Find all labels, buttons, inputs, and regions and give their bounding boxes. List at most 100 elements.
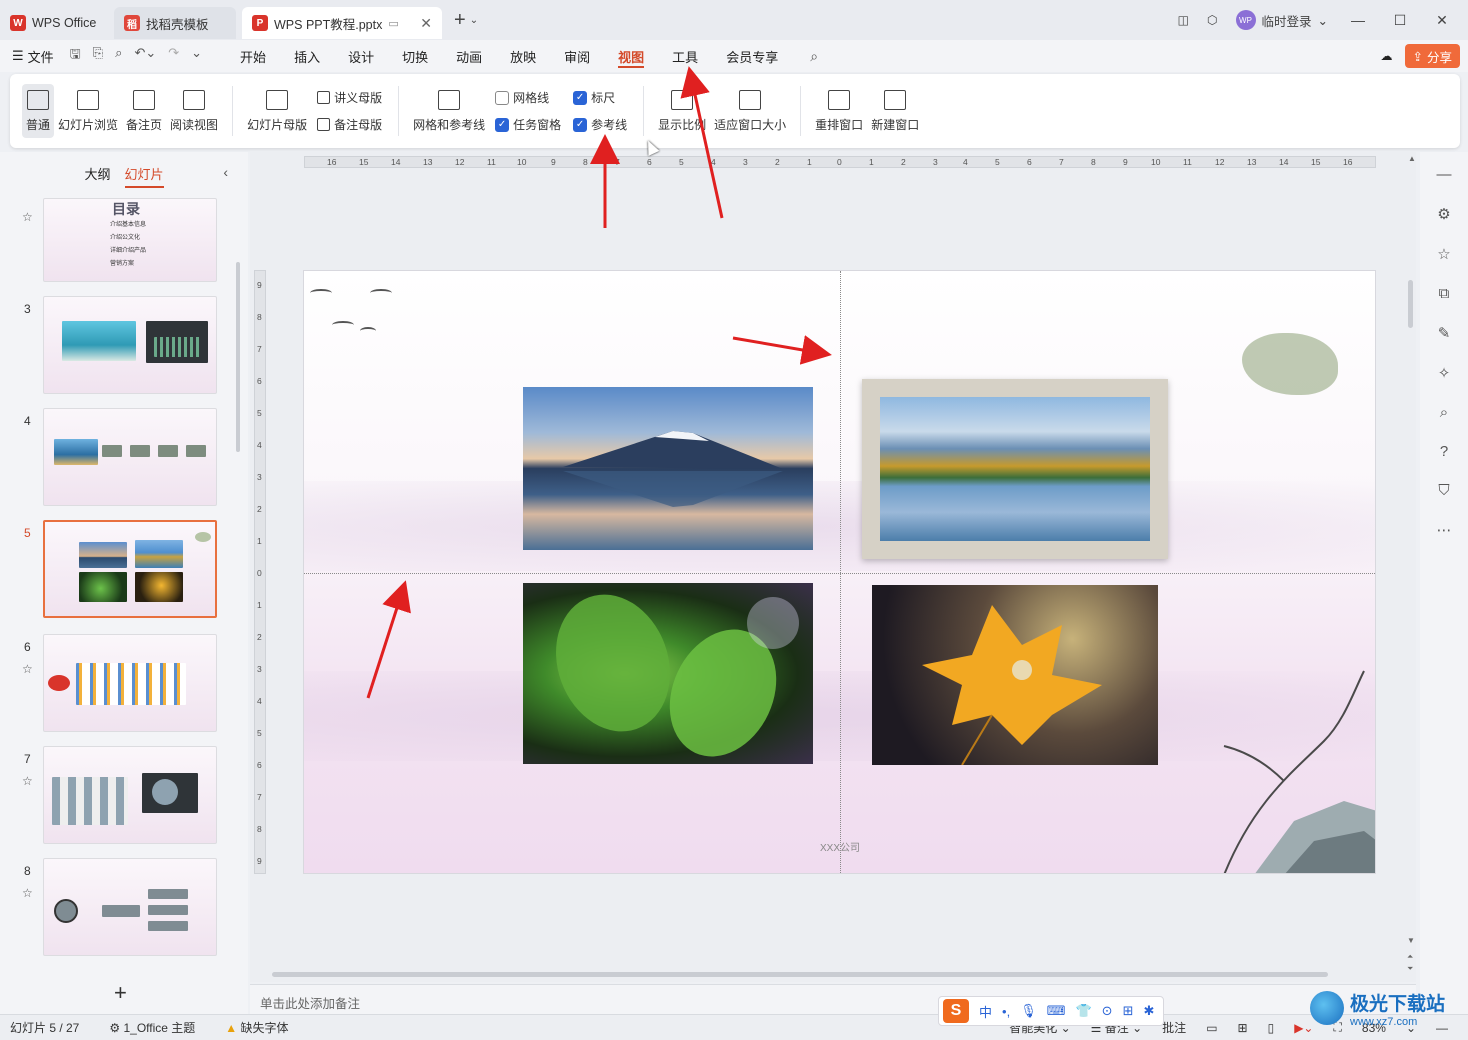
window-icon[interactable]: ▭ [388, 17, 398, 30]
undo-icon[interactable]: ↶⌄ [134, 45, 156, 67]
ime-mode[interactable]: 中 [979, 1002, 992, 1021]
slide-thumbnail[interactable] [43, 746, 217, 844]
apps-icon[interactable]: ⊞ [1123, 1003, 1134, 1019]
menu-review[interactable]: 审阅 [564, 40, 590, 72]
sorter-view-icon[interactable]: ⊞ [1238, 1021, 1248, 1035]
chevron-down-icon[interactable]: ⌄ [191, 45, 202, 67]
slide-thumbnail-row[interactable]: 3 [0, 296, 248, 396]
photo-maple-leaf[interactable] [872, 585, 1158, 765]
menu-design[interactable]: 设计 [348, 40, 374, 72]
reading-view-icon[interactable]: ▯ [1268, 1021, 1275, 1035]
star-icon[interactable]: ☆ [1437, 245, 1450, 263]
grid-guides-button[interactable]: 网格和参考线 [409, 84, 489, 138]
skin-icon[interactable]: 👕 [1075, 1003, 1091, 1019]
collapse-icon[interactable]: — [1437, 166, 1452, 183]
photo-green-leaves[interactable] [523, 583, 813, 764]
tab-slides[interactable]: 幻灯片 [124, 164, 164, 188]
slide-thumbnail-current[interactable] [43, 520, 217, 618]
brush-icon[interactable]: ✎ [1438, 324, 1451, 342]
copy-icon[interactable]: ⧉ [1439, 285, 1450, 302]
vertical-scrollbar[interactable]: ▲ ▼ ⏶ ⏷ [1404, 152, 1416, 982]
search-icon[interactable]: ⌕ [810, 48, 818, 65]
menu-transition[interactable]: 切换 [402, 40, 428, 72]
new-window-button[interactable]: 新建窗口 [867, 84, 923, 138]
file-menu[interactable]: ☰ 文件 [12, 47, 54, 66]
slide-thumbnail[interactable] [43, 296, 217, 394]
slide-thumbnail-row[interactable]: 6 ☆ [0, 634, 248, 734]
print-preview-icon[interactable]: ⌕ [115, 45, 122, 67]
slide-thumbnail-row[interactable]: ☆ 目录 介绍基本信息 介绍公文化 详细介绍产品 营销方案 [0, 198, 248, 282]
next-slide-icon[interactable]: ⏷ [1407, 964, 1413, 974]
zoom-button[interactable]: 显示比例 [654, 84, 710, 138]
missing-font[interactable]: 缺失字体 [241, 1019, 289, 1036]
horizontal-scrollbar[interactable] [272, 972, 1328, 977]
task-pane-checkbox[interactable]: ✓ 任务窗格 [495, 116, 561, 133]
scroll-up-icon[interactable]: ▲ [1408, 154, 1416, 163]
arrange-window-button[interactable]: 重排窗口 [811, 84, 867, 138]
scrollbar-thumb[interactable] [1408, 280, 1413, 328]
gridlines-checkbox[interactable]: 网格线 [495, 89, 561, 106]
slide-thumbnail[interactable] [43, 634, 217, 732]
menu-view[interactable]: 视图 [618, 40, 645, 72]
menu-insert[interactable]: 插入 [294, 40, 320, 72]
slide-sorter-button[interactable]: 幻灯片浏览 [54, 84, 122, 138]
tab-ppt-document[interactable]: P WPS PPT教程.pptx ▭ ✕ [242, 7, 442, 39]
share-button[interactable]: ⇪ 分享 [1404, 44, 1460, 68]
comments-button[interactable]: 批注 [1162, 1019, 1186, 1036]
menu-animation[interactable]: 动画 [456, 40, 482, 72]
save-icon[interactable]: 🖫 [70, 45, 81, 67]
slide-thumbnail-row[interactable]: 4 [0, 408, 248, 508]
cloud-icon[interactable]: ☁ [1381, 49, 1393, 63]
search-doc-icon[interactable]: ⌕ [1440, 404, 1448, 421]
layout-icon[interactable]: ◫ [1178, 13, 1189, 27]
sogou-logo-icon[interactable]: S [943, 999, 969, 1023]
scroll-down-icon[interactable]: ▼ [1407, 936, 1415, 945]
notes-page-button[interactable]: 备注页 [122, 84, 166, 138]
menu-slideshow[interactable]: 放映 [510, 40, 536, 72]
more-icon[interactable]: ⋯ [1437, 521, 1452, 539]
microphone-icon[interactable]: 🎙 [1020, 1003, 1037, 1019]
maximize-button[interactable]: ☐ [1388, 12, 1412, 29]
slide-thumbnail[interactable] [43, 408, 217, 506]
menu-tools[interactable]: 工具 [672, 40, 698, 72]
share-link-icon[interactable]: ⎘ [93, 45, 103, 67]
ruler-checkbox[interactable]: ✓ 标尺 [573, 89, 627, 106]
horizontal-ruler[interactable]: 16 15 14 13 12 11 10 9 8765 4321 0123 4567 891… [304, 156, 1376, 168]
notes-area[interactable]: 单击此处添加备注 [250, 984, 1416, 1014]
tab-outline[interactable]: 大纲 [84, 164, 110, 183]
punctuation-icon[interactable]: •, [1002, 1004, 1010, 1019]
magic-wand-icon[interactable]: ✧ [1438, 364, 1451, 382]
tab-wps-office[interactable]: W WPS Office [0, 7, 110, 39]
sliders-icon[interactable]: ⚙ [1437, 205, 1450, 223]
new-tab-button[interactable]: + ⌄ [454, 9, 478, 32]
slide-master-button[interactable]: 幻灯片母版 [243, 84, 311, 138]
slide-canvas[interactable]: XXX公司 [303, 270, 1376, 874]
close-tab-icon[interactable]: ✕ [420, 15, 432, 32]
slide-thumbnail-row[interactable]: 7 ☆ [0, 746, 248, 846]
theme-name[interactable]: 1_Office 主题 [123, 1019, 195, 1036]
reading-view-button[interactable]: 阅读视图 [166, 84, 222, 138]
slide-thumbnail-row[interactable]: 5 [0, 520, 248, 620]
slide-thumbnail[interactable]: 目录 介绍基本信息 介绍公文化 详细介绍产品 营销方案 [43, 198, 217, 282]
login-button[interactable]: WP 临时登录 ⌄ [1235, 10, 1328, 30]
horizontal-guide-line[interactable] [304, 573, 1375, 574]
redo-icon[interactable]: ↷ [168, 45, 179, 67]
normal-view-icon[interactable]: ▭ [1206, 1021, 1217, 1035]
menu-member[interactable]: 会员专享 [726, 40, 778, 72]
help-icon[interactable]: ? [1440, 443, 1448, 460]
normal-view-button[interactable]: 普通 [22, 84, 55, 138]
shirt-icon[interactable]: ⛉ [1438, 482, 1449, 499]
settings-icon[interactable]: ✱ [1143, 1003, 1154, 1019]
minimize-button[interactable]: — [1346, 12, 1370, 28]
close-window-button[interactable]: ✕ [1430, 12, 1454, 29]
panel-scrollbar[interactable] [236, 262, 240, 452]
vertical-ruler[interactable]: 9876 5432 1012 3456 789 [254, 270, 266, 874]
menu-home[interactable]: 开始 [240, 40, 266, 72]
keyboard-icon[interactable]: ⌨ [1047, 1003, 1066, 1019]
game-icon[interactable]: ⊙ [1102, 1003, 1113, 1019]
guides-checkbox[interactable]: ✓ 参考线 [573, 116, 627, 133]
photo-mount-fuji[interactable] [523, 387, 813, 550]
slide-thumbnail[interactable] [43, 858, 217, 956]
cube-icon[interactable]: ⬡ [1207, 13, 1217, 27]
handout-master-button[interactable]: 讲义母版 [317, 89, 382, 106]
